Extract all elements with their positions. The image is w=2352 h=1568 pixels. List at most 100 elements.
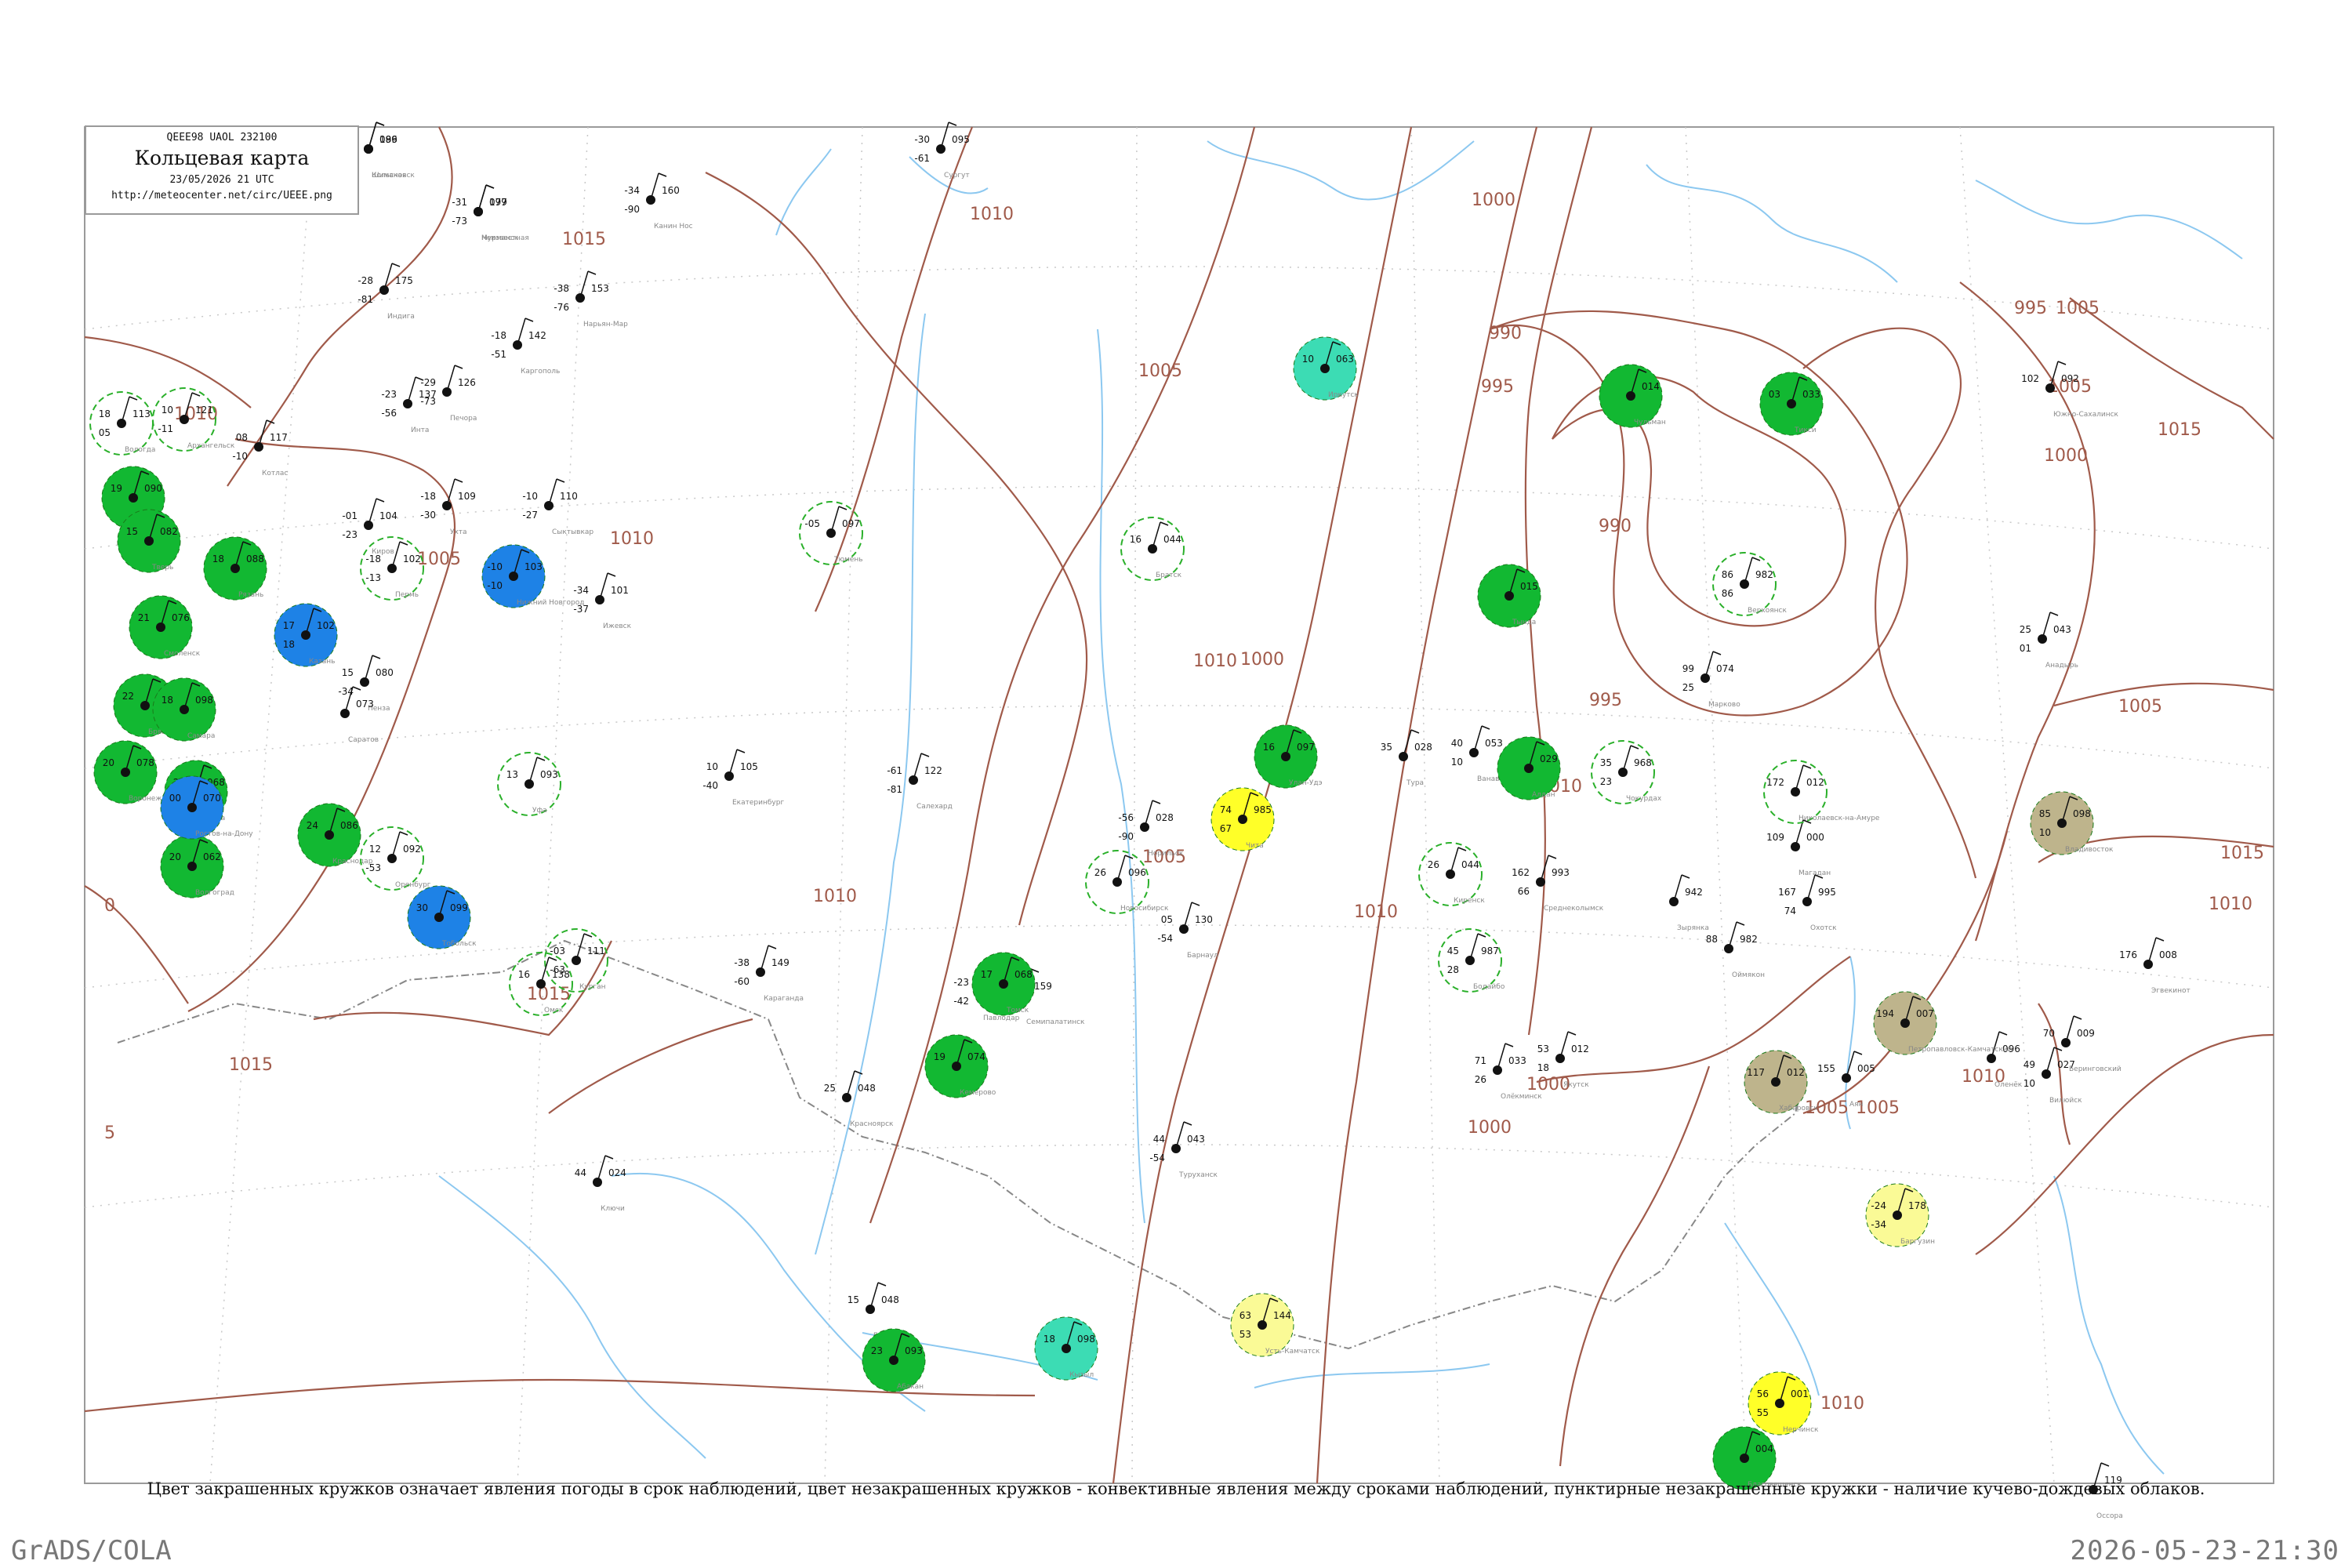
station-temperature: 74 bbox=[1220, 804, 1232, 815]
station-55[interactable]: 985 74 67 Чита bbox=[1210, 787, 1275, 851]
station-24[interactable]: 102 17 18 Казань bbox=[274, 603, 338, 667]
station-name: Олёкминск bbox=[1501, 1093, 1542, 1101]
station-dewpoint: -56 bbox=[381, 408, 397, 419]
station-temperature: -10 bbox=[522, 491, 538, 502]
station-dewpoint: 53 bbox=[1240, 1329, 1251, 1340]
station-temperature: 18 bbox=[99, 408, 111, 419]
station-name: Казань bbox=[309, 658, 335, 666]
station-dewpoint: -34 bbox=[1871, 1219, 1886, 1230]
isobar-value-label: 1000 bbox=[1468, 1118, 1512, 1138]
station-temperature: -38 bbox=[734, 957, 750, 968]
station-temperature: 25 bbox=[824, 1083, 836, 1094]
station-temperature: -24 bbox=[1871, 1200, 1886, 1211]
station-pressure: 111 bbox=[587, 946, 605, 956]
station-name: Баргузин bbox=[1900, 1238, 1935, 1246]
station-dewpoint: -27 bbox=[522, 510, 538, 521]
station-pressure: 080 bbox=[376, 667, 394, 678]
isobar-value-label: 1010 bbox=[1193, 652, 1237, 671]
station-name: Воронеж bbox=[129, 795, 162, 803]
station-pressure: 082 bbox=[160, 526, 178, 537]
station-temperature: 194 bbox=[1876, 1008, 1894, 1019]
station-temperature: 19 bbox=[934, 1051, 946, 1062]
station-70[interactable]: 033 03 Тикси bbox=[1759, 372, 1824, 436]
station-pressure: 012 bbox=[1806, 777, 1824, 788]
station-pressure: 101 bbox=[611, 585, 629, 596]
station-pressure: 117 bbox=[270, 432, 288, 443]
station-pressure: 043 bbox=[1187, 1134, 1205, 1145]
station-temperature: 10 bbox=[706, 761, 718, 772]
station-50[interactable]: 093 23 Абакан bbox=[862, 1328, 926, 1392]
station-name: Улан-Удэ bbox=[1289, 779, 1323, 787]
station-pressure: 048 bbox=[858, 1083, 876, 1094]
station-dewpoint: -76 bbox=[554, 302, 569, 313]
station-pressure: 044 bbox=[1461, 859, 1479, 870]
station-name: Чульман bbox=[1634, 419, 1666, 426]
station-name: Абакан bbox=[897, 1383, 924, 1391]
station-15[interactable]: 082 15 Тверь bbox=[117, 509, 181, 573]
station-name: Зырянка bbox=[1677, 924, 1709, 932]
map-title: Кольцевая карта bbox=[134, 147, 310, 169]
station-temperature: 172 bbox=[1766, 777, 1784, 788]
station-name: Чокурдах bbox=[1626, 795, 1662, 803]
station-temperature: -34 bbox=[624, 185, 640, 196]
station-name: Архангельск bbox=[187, 442, 235, 450]
station-51[interactable]: 098 18 Кызыл bbox=[1034, 1316, 1098, 1381]
map-source-url[interactable]: http://meteocenter.net/circ/UEEE.png bbox=[86, 190, 358, 201]
station-temperature: -18 bbox=[491, 330, 506, 341]
station-pressure: 001 bbox=[1791, 1388, 1809, 1399]
isobar-value-label: 1015 bbox=[527, 985, 571, 1004]
station-temperature: 162 bbox=[1512, 867, 1530, 878]
station-name: Среднеколымск bbox=[1544, 905, 1604, 913]
station-pressure: 982 bbox=[1740, 934, 1758, 945]
station-name: Вологда bbox=[125, 446, 155, 454]
station-dewpoint: 23 bbox=[1600, 776, 1612, 787]
station-name: Верхоянск bbox=[1748, 607, 1788, 615]
station-19[interactable]: 088 18 Рязань bbox=[203, 536, 267, 601]
station-dewpoint: -11 bbox=[158, 423, 173, 434]
station-name: Каргополь bbox=[521, 368, 560, 376]
station-temperature: 49 bbox=[2024, 1059, 2035, 1070]
station-pressure: 103 bbox=[524, 561, 543, 572]
map-caption: Цвет закрашенных кружков означает явлени… bbox=[147, 1479, 2205, 1498]
station-45[interactable]: 068 17 Томск bbox=[971, 952, 1036, 1016]
station-name: Петропавловск-Камчатский bbox=[1908, 1046, 2013, 1054]
station-pressure: 009 bbox=[2077, 1028, 2095, 1039]
station-pressure: 074 bbox=[967, 1051, 985, 1062]
station-dewpoint: -53 bbox=[365, 862, 381, 873]
station-name: Тура bbox=[1406, 779, 1424, 787]
station-pressure: 062 bbox=[203, 851, 221, 862]
isobar-value-label: 1010 bbox=[970, 205, 1014, 224]
station-temperature: 18 bbox=[1044, 1334, 1055, 1345]
station-temperature: -56 bbox=[1118, 812, 1134, 823]
station-name: Усть-Камчатск bbox=[1265, 1348, 1320, 1356]
station-name: Волгоград bbox=[195, 889, 234, 897]
station-dewpoint: -90 bbox=[624, 204, 640, 215]
station-pressure: 109 bbox=[458, 491, 476, 502]
station-temperature: -29 bbox=[420, 377, 436, 388]
station-66[interactable]: 029 Алдан bbox=[1497, 736, 1561, 800]
station-temperature: 155 bbox=[1817, 1063, 1835, 1074]
bulletin-code: QEEE98 UAOL 232100 bbox=[166, 132, 278, 143]
station-name: Кызыл bbox=[1069, 1371, 1094, 1379]
station-dewpoint: 10 bbox=[2039, 827, 2051, 838]
station-68[interactable]: 015 Тында bbox=[1477, 564, 1541, 628]
station-pressure: 142 bbox=[528, 330, 546, 341]
station-pressure: 076 bbox=[172, 612, 190, 623]
station-pressure: 043 bbox=[2053, 624, 2071, 635]
station-name: Тикси bbox=[1794, 426, 1817, 434]
isobar-value-label: 1015 bbox=[562, 230, 606, 249]
station-temperature: 26 bbox=[1094, 867, 1106, 878]
isobar-value-label: 1010 bbox=[1820, 1394, 1864, 1414]
station-temperature: 45 bbox=[1447, 946, 1459, 956]
station-name: Индига bbox=[387, 313, 415, 321]
station-pressure: 097 bbox=[1297, 742, 1315, 753]
station-name: Ключи bbox=[601, 1205, 625, 1213]
station-temperature: 05 bbox=[1161, 914, 1173, 925]
station-pressure: 105 bbox=[740, 761, 758, 772]
station-temperature: -38 bbox=[554, 283, 569, 294]
station-pressure: 098 bbox=[2073, 808, 2091, 819]
station-name: Павлодар bbox=[983, 1014, 1020, 1022]
station-name: Иркутск bbox=[1328, 391, 1359, 399]
station-25[interactable]: 098 18 Самара bbox=[152, 677, 216, 742]
station-temperature: 44 bbox=[575, 1167, 586, 1178]
